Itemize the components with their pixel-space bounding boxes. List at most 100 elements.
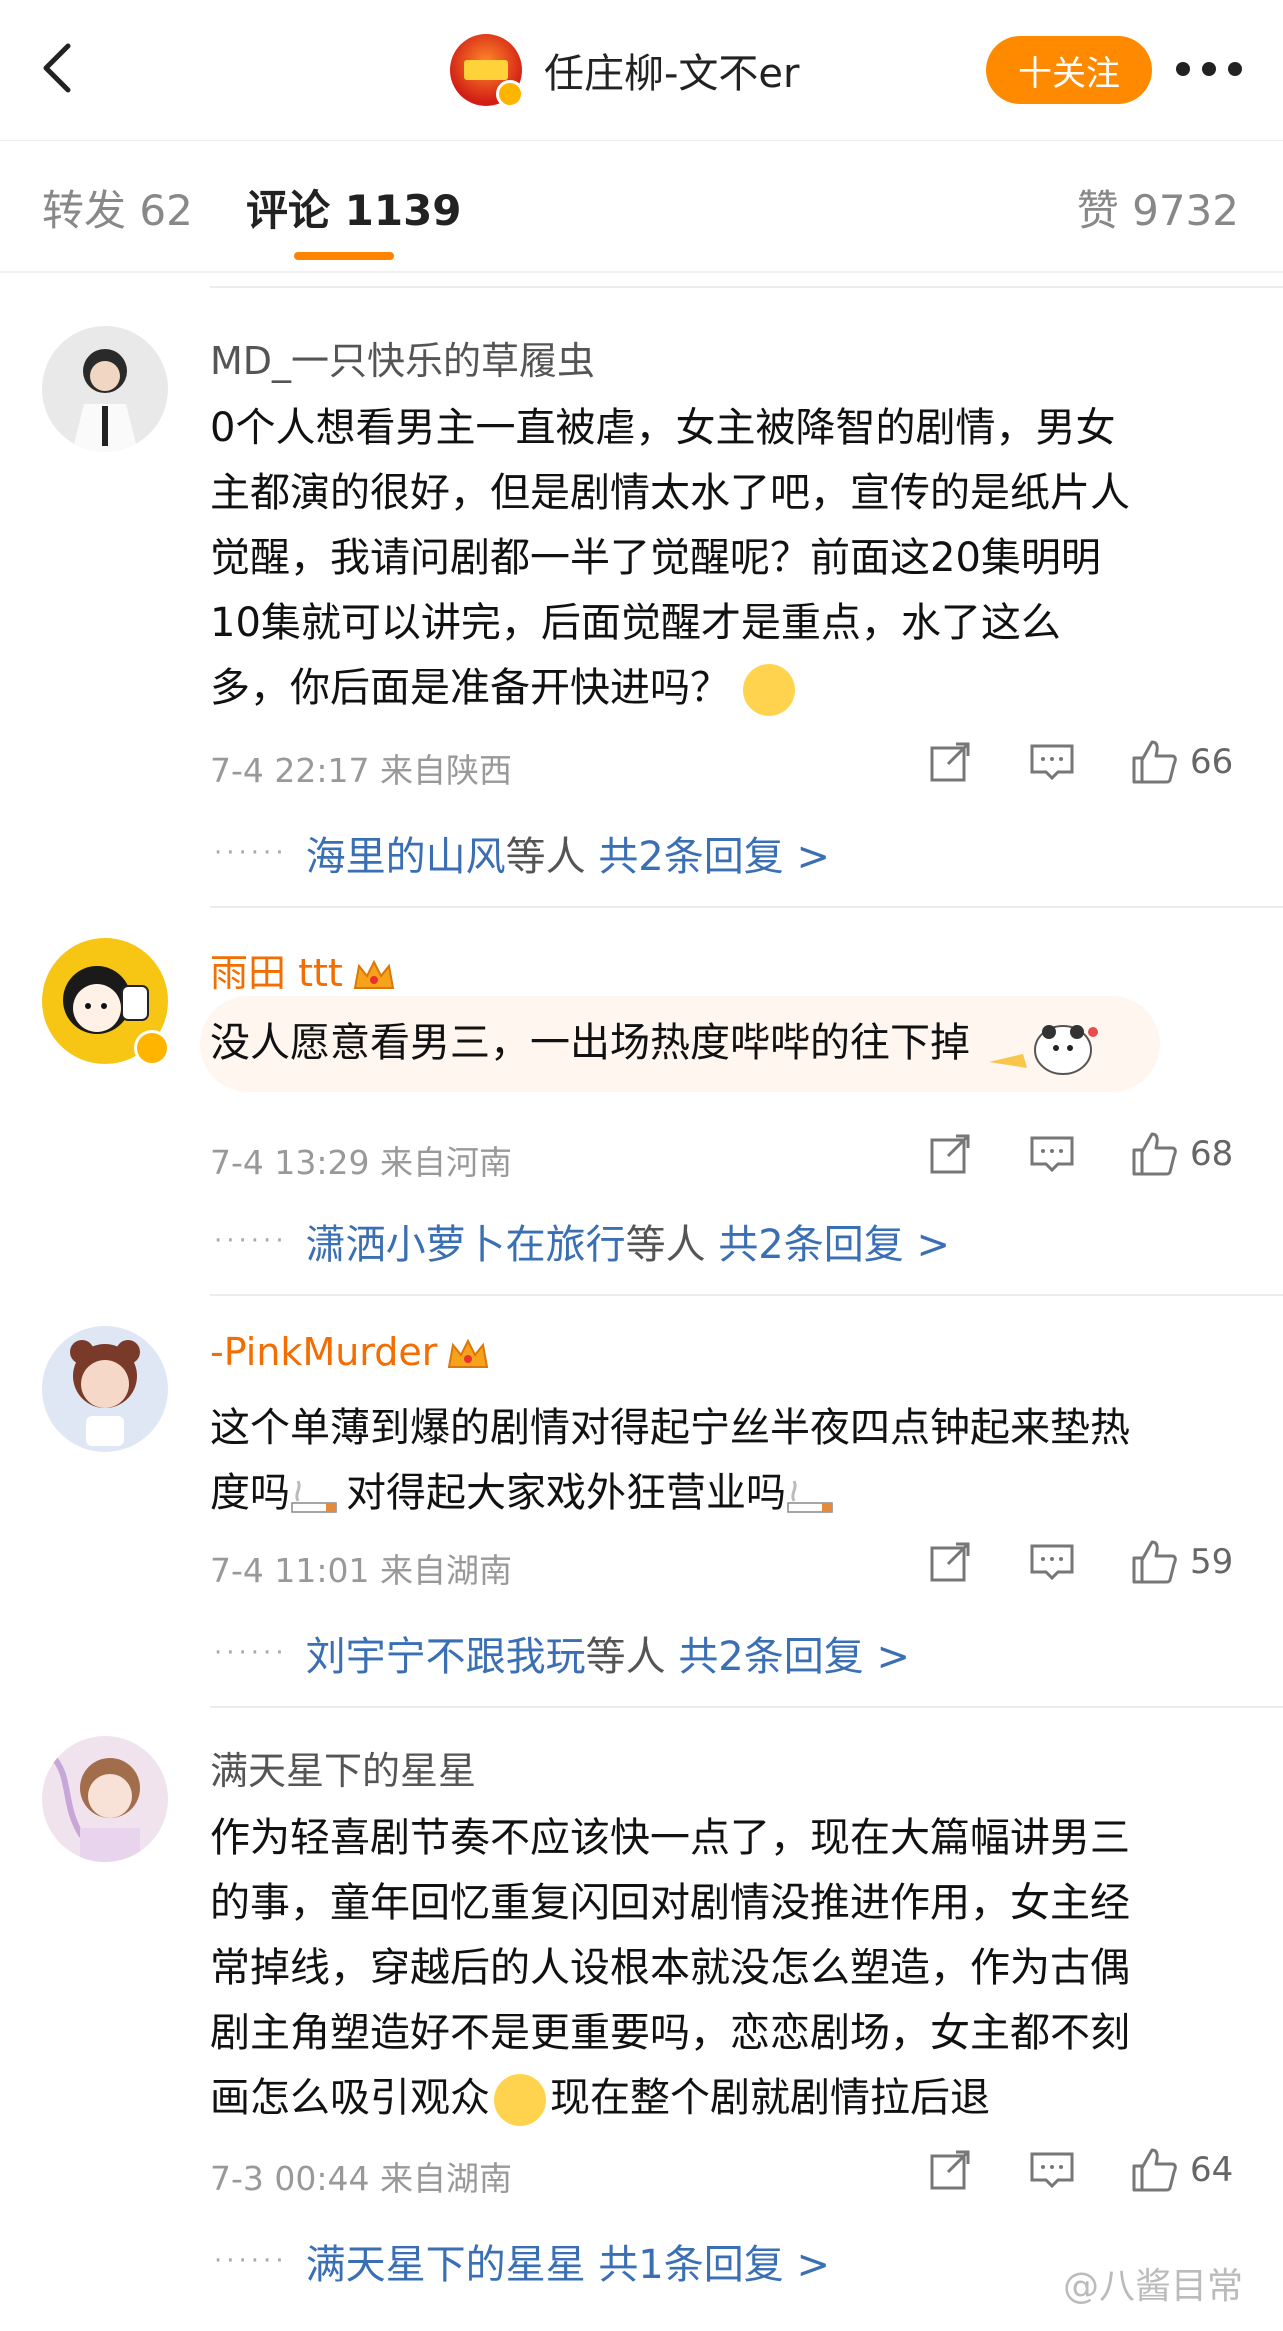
reply-suffix: 等人 (505, 834, 586, 880)
comment-line-text: 画怎么吸引观众 (210, 2075, 490, 2121)
top-bar: 任庄柳-文不er 十关注 (0, 0, 1283, 141)
comment-line-text: 现在整个剧就剧情拉后退 (550, 2075, 990, 2121)
reply-count-link[interactable]: 共1条回复 > (598, 2232, 830, 2290)
comment-line: 觉醒，我请问剧都一半了觉醒呢？前面这20集明明 (210, 535, 1101, 581)
comment-line: 主都演的很好，但是剧情太水了吧，宣传的是纸片人 (210, 470, 1130, 516)
comment-username[interactable]: MD_一只快乐的草履虫 (210, 330, 595, 385)
back-arrow-icon[interactable] (30, 38, 90, 98)
comment-line: 这个单薄到爆的剧情对得起宁丝半夜四点钟起来垫热 (210, 1405, 1130, 1451)
comment-meta: 7-4 11:01 来自湖南 (210, 1551, 512, 1590)
panda-sticker-icon (988, 1025, 1098, 1075)
verified-badge-icon (134, 1030, 170, 1066)
crown-vip-icon (353, 959, 394, 989)
comment-username-text[interactable]: -PinkMurder (210, 1330, 437, 1374)
avatar[interactable] (42, 1326, 168, 1452)
like-count: 64 (1190, 2150, 1234, 2190)
comment-line: 0个人想看男主一直被虐，女主被降智的剧情，男女 (210, 405, 1116, 451)
comment-line: 剧主角塑造好不是更重要吗，恋恋剧场，女主都不刻 (210, 2010, 1130, 2056)
comment-line: 多，你后面是准备开快进吗？ (210, 656, 1240, 721)
crown-vip-icon (448, 1338, 489, 1368)
reply-user[interactable]: 潇洒小萝卜在旅行 (306, 1212, 626, 1270)
divider (210, 1706, 1283, 1708)
comment-text: 作为轻喜剧节奏不应该快一点了，现在大篇幅讲男三 的事，童年回忆重复闪回对剧情没推… (210, 1806, 1240, 2131)
reply-user[interactable]: 海里的山风 (306, 824, 506, 882)
comment-icon[interactable] (1028, 1130, 1076, 1178)
comment-username[interactable]: 满天星下的星星 (210, 1740, 476, 1795)
comment-icon[interactable] (1028, 2146, 1076, 2194)
avatar[interactable] (42, 326, 168, 452)
cigarette-emoji-icon (787, 1480, 833, 1513)
reply-summary[interactable]: ······ 刘宇宁不跟我玩 等人 共2条回复 > (214, 1624, 910, 1682)
tab-bar: 转发 62 评论 1139 赞 9732 (0, 141, 1283, 273)
comment-line: 的事，童年回忆重复闪回对剧情没推进作用，女主经 (210, 1880, 1130, 1926)
reply-count-link[interactable]: 共2条回复 > (598, 824, 830, 882)
comment-line-text: 没人愿意看男三，一出场热度哔哔的往下掉 (210, 1020, 970, 1066)
comment-line: 度吗 对得起大家戏外狂营业吗 (210, 1461, 1240, 1526)
reply-user[interactable]: 满天星下的星星 (306, 2232, 586, 2290)
account-avatar[interactable] (450, 34, 524, 108)
thumbs-up-icon[interactable] (1130, 1130, 1178, 1178)
verified-badge-icon (496, 80, 524, 108)
comment-line: 常掉线，穿越后的人设根本就没怎么塑造，作为古偶 (210, 1945, 1130, 1991)
share-icon[interactable] (926, 1130, 974, 1178)
reply-count-link[interactable]: 共2条回复 > (718, 1212, 950, 1270)
reply-summary[interactable]: ······ 海里的山风 等人 共2条回复 > (214, 824, 830, 882)
zipper-mouth-emoji-icon (494, 2074, 546, 2126)
comment-icon[interactable] (1028, 1538, 1076, 1586)
reply-suffix: 等人 (625, 1222, 706, 1268)
reply-summary[interactable]: ······ 满天星下的星星 共1条回复 > (214, 2232, 830, 2290)
thumbs-up-icon[interactable] (1130, 1538, 1178, 1586)
active-tab-indicator (294, 252, 394, 260)
comment-actions: 59 (926, 1538, 1233, 1586)
comment-text: 这个单薄到爆的剧情对得起宁丝半夜四点钟起来垫热 度吗 对得起大家戏外狂营业吗 (210, 1396, 1240, 1526)
comment-actions: 64 (926, 2146, 1233, 2194)
divider (210, 906, 1283, 908)
comment-username[interactable]: 雨田 ttt (210, 942, 397, 997)
comment-line: 10集就可以讲完，后面觉醒才是重点，水了这么 (210, 600, 1061, 646)
like-count: 68 (1190, 1134, 1234, 1174)
comment-line-text: 度吗 (210, 1470, 290, 1516)
follow-button[interactable]: 十关注 (986, 36, 1152, 104)
reply-suffix: 等人 (585, 1634, 666, 1680)
watermark: @八酱目常 (1062, 2266, 1243, 2307)
comment-text: 0个人想看男主一直被虐，女主被降智的剧情，男女 主都演的很好，但是剧情太水了吧，… (210, 396, 1240, 721)
like-count: 66 (1190, 742, 1234, 782)
share-icon[interactable] (926, 2146, 974, 2194)
comment-meta: 7-4 13:29 来自河南 (210, 1143, 512, 1182)
like-count: 59 (1190, 1542, 1234, 1582)
reply-user[interactable]: 刘宇宁不跟我玩 (306, 1624, 586, 1682)
comment-meta: 7-4 22:17 来自陕西 (210, 751, 512, 790)
more-options-icon[interactable] (1176, 62, 1242, 76)
reply-dots: ······ (214, 2246, 288, 2276)
tab-repost[interactable]: 转发 62 (42, 177, 193, 238)
reply-count-link[interactable]: 共2条回复 > (678, 1624, 910, 1682)
comment-actions: 66 (926, 738, 1233, 786)
divider (210, 286, 1283, 288)
comment-actions: 68 (926, 1130, 1233, 1178)
share-icon[interactable] (926, 1538, 974, 1586)
account-name[interactable]: 任庄柳-文不er (544, 41, 800, 99)
tab-likes[interactable]: 赞 9732 (1077, 177, 1239, 238)
comment-line: 画怎么吸引观众 现在整个剧就剧情拉后退 (210, 2066, 1240, 2131)
tab-comments[interactable]: 评论 1139 (246, 177, 462, 238)
comment-meta: 7-3 00:44 来自湖南 (210, 2159, 512, 2198)
thumbs-up-icon[interactable] (1130, 2146, 1178, 2194)
reply-dots: ······ (214, 1638, 288, 1668)
avatar[interactable] (42, 1736, 168, 1862)
comment-icon[interactable] (1028, 738, 1076, 786)
divider (210, 1294, 1283, 1296)
share-icon[interactable] (926, 738, 974, 786)
comment-username[interactable]: -PinkMurder (210, 1330, 491, 1374)
comment-line-text: 对得起大家戏外狂营业吗 (346, 1470, 786, 1516)
reply-dots: ······ (214, 838, 288, 868)
reply-dots: ······ (214, 1226, 288, 1256)
reply-summary[interactable]: ······ 潇洒小萝卜在旅行 等人 共2条回复 > (214, 1212, 950, 1270)
cigarette-emoji-icon (291, 1480, 337, 1513)
account-header[interactable]: 任庄柳-文不er (450, 34, 800, 108)
comment-line-text: 多，你后面是准备开快进吗？ (210, 665, 730, 711)
comment-text: 没人愿意看男三，一出场热度哔哔的往下掉 (210, 1010, 1240, 1080)
comment-line: 作为轻喜剧节奏不应该快一点了，现在大篇幅讲男三 (210, 1815, 1130, 1861)
comment-username-text[interactable]: 雨田 ttt (210, 951, 343, 995)
thumbs-up-icon[interactable] (1130, 738, 1178, 786)
dizzy-face-emoji-icon (742, 664, 795, 716)
